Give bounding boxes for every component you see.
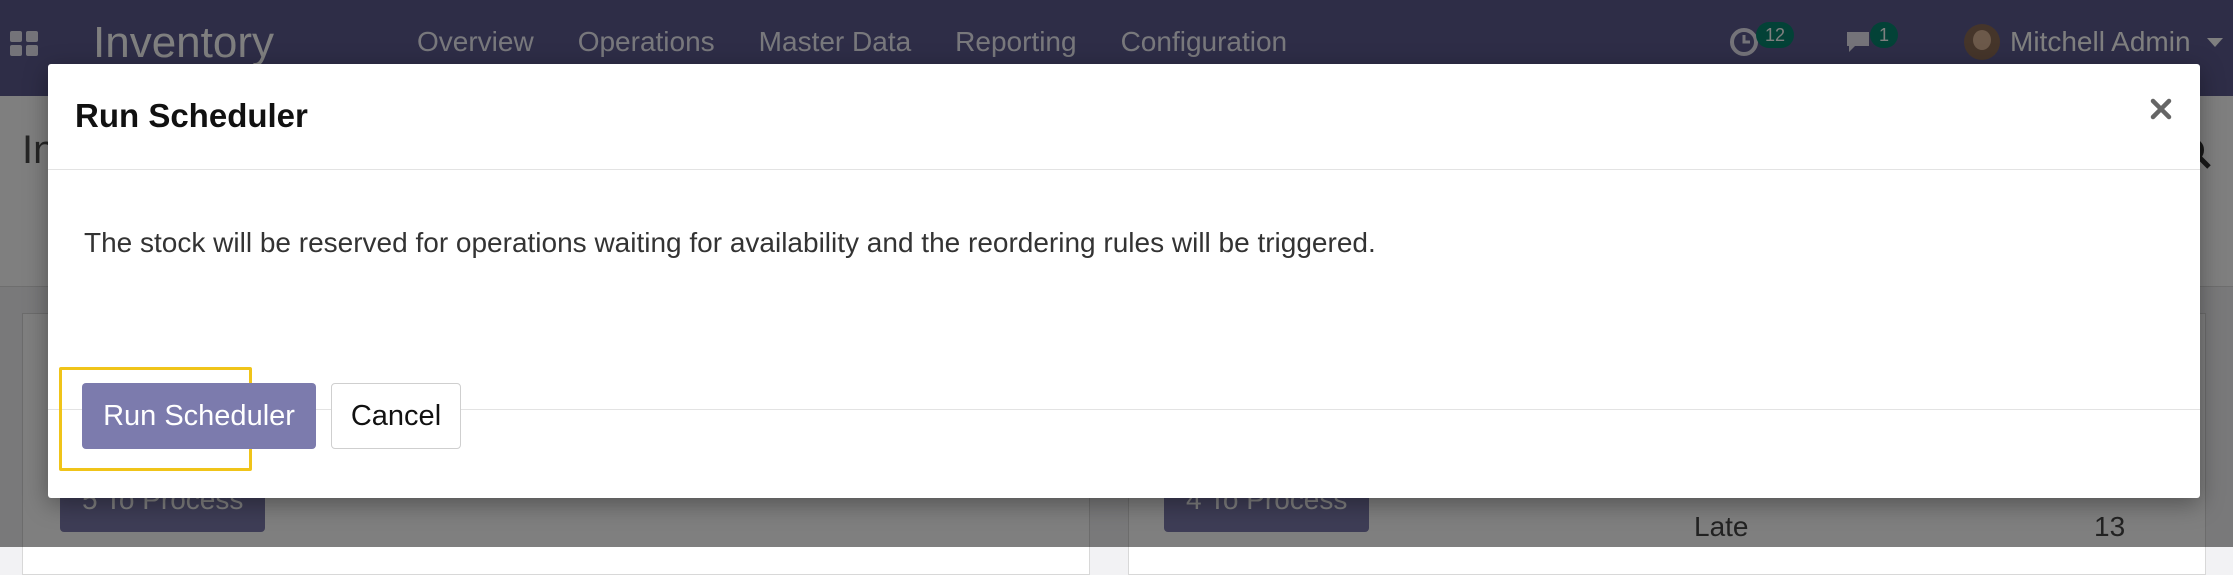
dialog-body: The stock will be reserved for operation… [48,170,2200,410]
dialog-header: Run Scheduler [48,64,2200,170]
run-scheduler-dialog: Run Scheduler The stock will be reserved… [48,64,2200,498]
run-scheduler-button[interactable]: Run Scheduler [82,383,316,449]
close-icon[interactable] [2144,92,2178,126]
dialog-message: The stock will be reserved for operation… [84,227,1376,258]
cancel-button[interactable]: Cancel [331,383,461,449]
dialog-title: Run Scheduler [75,97,308,134]
